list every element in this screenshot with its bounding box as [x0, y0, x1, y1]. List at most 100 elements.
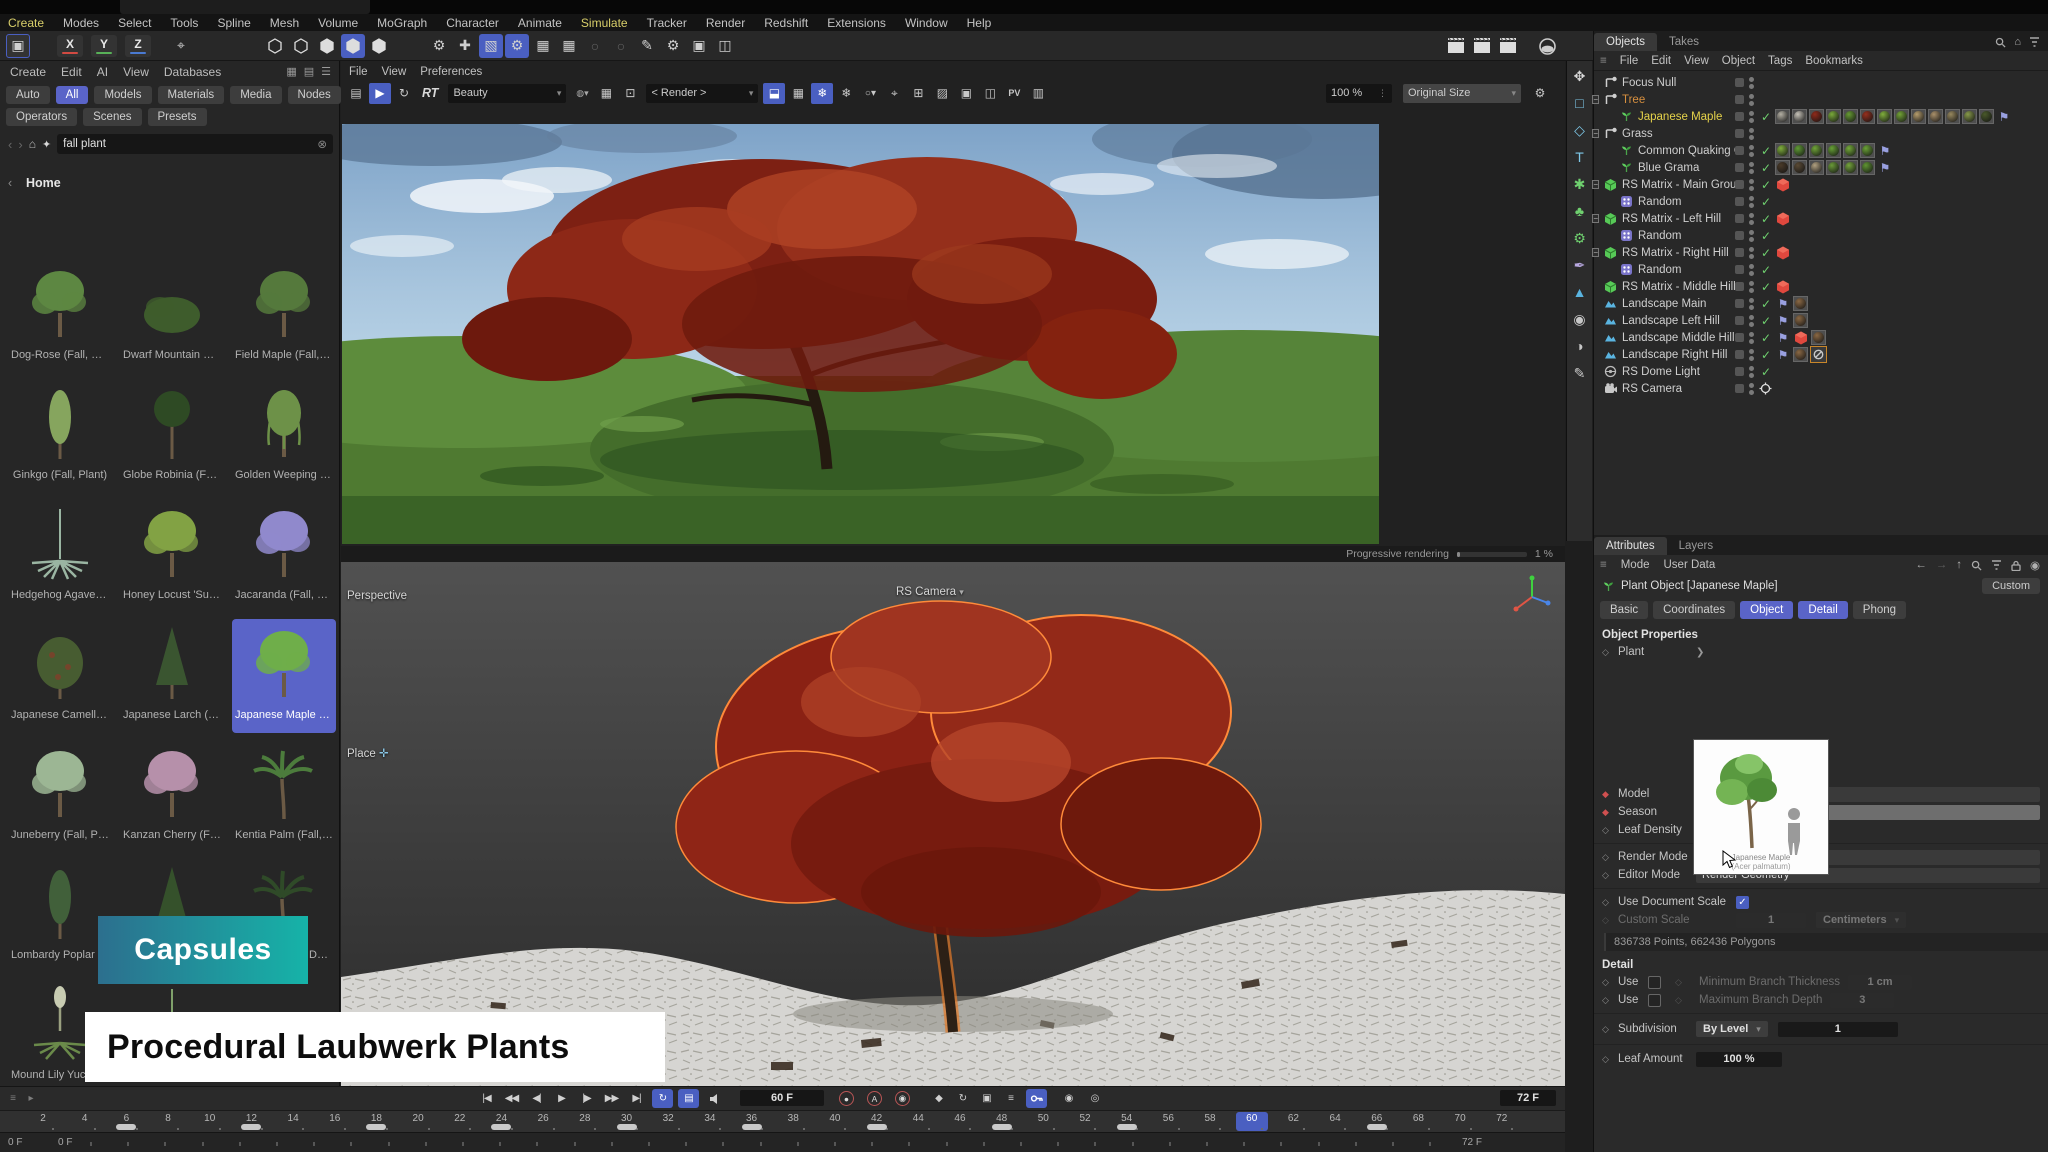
filter-icon[interactable] — [2029, 37, 2040, 47]
filter-chip-scenes[interactable]: Scenes — [83, 108, 141, 126]
menu-tracker[interactable]: Tracker — [647, 16, 687, 30]
object-row-rs-matrix-middle-hill[interactable]: RS Matrix - Middle Hill✓ — [1594, 278, 2048, 295]
axis-mode-2-icon[interactable] — [289, 34, 313, 58]
back-arrow-icon[interactable]: ‹ — [8, 137, 12, 152]
use-min-branch-checkbox[interactable]: ✓ — [1648, 976, 1661, 989]
camera-active-icon[interactable] — [1759, 382, 1773, 395]
timeline-ruler[interactable]: 2468101214161820222426283032343638404244… — [0, 1110, 1565, 1132]
visibility-dots[interactable] — [1749, 247, 1754, 259]
snap-grid-icon[interactable]: ▦ — [557, 34, 581, 58]
export-file-icon[interactable]: ▥ — [1027, 83, 1049, 104]
object-row-random[interactable]: Random✓ — [1594, 227, 2048, 244]
object-row-landscape-left-hill[interactable]: Landscape Left Hill✓⚑ — [1594, 312, 2048, 329]
filter-chip-presets[interactable]: Presets — [148, 108, 207, 126]
hamburger-icon[interactable]: ≡ — [1600, 559, 1607, 571]
forward-icon[interactable]: → — [1936, 559, 1948, 571]
annotation-flag-icon[interactable]: ⚑ — [1877, 161, 1893, 175]
annotation-flag-icon[interactable]: ⚑ — [1996, 110, 2012, 124]
plant-preview-thumbnail[interactable]: Japanese Maple (Acer palmatum) — [1693, 739, 1829, 875]
prev-key-button[interactable]: ◀◀ — [501, 1089, 522, 1108]
material-swatch[interactable] — [1775, 143, 1790, 158]
timeline-range-bar[interactable]: 0 F 0 F 72 F — [0, 1132, 1565, 1152]
clear-search-icon[interactable]: ⊗ — [317, 137, 327, 151]
material-swatch[interactable] — [1979, 109, 1994, 124]
om-menu-view[interactable]: View — [1684, 55, 1709, 67]
keyframe-dot[interactable]: ◇ — [1602, 897, 1618, 908]
camera-tool-icon[interactable]: ◉ — [1573, 312, 1585, 326]
pixel-grid-icon[interactable]: ▦ — [595, 83, 617, 104]
mode-menu[interactable]: Mode — [1621, 559, 1650, 571]
pencil-tool-icon[interactable]: ✎ — [1574, 366, 1586, 380]
axis-mode-3-icon[interactable] — [315, 34, 339, 58]
viewport-label[interactable]: Perspective — [347, 590, 407, 602]
filter-chip-models[interactable]: Models — [94, 86, 151, 104]
forward-arrow-icon[interactable]: › — [18, 137, 22, 152]
axis-mode-5-icon[interactable] — [367, 34, 391, 58]
axis-mode-4-icon[interactable] — [341, 34, 365, 58]
expander-icon[interactable]: − — [1592, 95, 1599, 104]
material-swatch[interactable] — [1826, 143, 1841, 158]
rv-menu-view[interactable]: View — [382, 66, 407, 78]
layer-chip[interactable] — [1735, 333, 1744, 342]
plant-asset-japanese-maple-fall[interactable]: Japanese Maple (Fall, ... — [232, 619, 336, 733]
play-render-icon[interactable]: ▶ — [369, 83, 391, 104]
keyframe-dot[interactable]: ◇ — [1602, 1024, 1618, 1035]
keyframe-dot[interactable]: ◇ — [1602, 1054, 1618, 1065]
material-swatch[interactable] — [1843, 109, 1858, 124]
menu-character[interactable]: Character — [446, 16, 499, 30]
keyframe-dot[interactable]: ◇ — [1602, 825, 1618, 836]
tab-attributes[interactable]: Attributes — [1594, 537, 1667, 555]
selection-tool-icon[interactable]: ▣ — [6, 34, 30, 58]
timeline-marker[interactable] — [742, 1124, 762, 1130]
picture-viewer-icon[interactable]: PV — [1003, 83, 1025, 104]
plant-asset-honey-locust-sunbur[interactable]: Honey Locust 'Sunbur... — [120, 499, 224, 613]
render-tool-icon[interactable]: ◑ — [1575, 339, 1583, 353]
document-tab[interactable] — [120, 0, 370, 14]
plant-asset-ginkgo-fall-plant[interactable]: Ginkgo (Fall, Plant) — [8, 379, 112, 493]
timeline-marker[interactable] — [1117, 1124, 1137, 1130]
plant-asset-kentia-palm-fall-plant[interactable]: Kentia Palm (Fall, Plant) — [232, 739, 336, 853]
visibility-dots[interactable] — [1749, 315, 1754, 327]
enabled-check-icon[interactable]: ✓ — [1759, 280, 1773, 294]
channel-dropdown[interactable]: ◍▾ — [571, 83, 593, 104]
visibility-dots[interactable] — [1749, 111, 1754, 123]
menu-volume[interactable]: Volume — [318, 16, 358, 30]
layer-chip[interactable] — [1735, 367, 1744, 376]
material-swatch[interactable] — [1860, 109, 1875, 124]
material-swatch[interactable] — [1811, 330, 1826, 345]
filter-chip-media[interactable]: Media — [230, 86, 281, 104]
plant-asset-field-maple-fall-plant[interactable]: Field Maple (Fall, Plant) — [232, 259, 336, 373]
om-menu-bookmarks[interactable]: Bookmarks — [1805, 55, 1863, 67]
enabled-check-icon[interactable]: ✓ — [1759, 212, 1773, 226]
interactive-render-button[interactable] — [1535, 34, 1559, 58]
coordinate-system-icon[interactable]: ⌖ — [169, 34, 193, 58]
object-row-rs-matrix-main-ground[interactable]: −RS Matrix - Main Ground✓ — [1594, 176, 2048, 193]
filter-chip-operators[interactable]: Operators — [6, 108, 77, 126]
spline-pen-icon[interactable]: ✒ — [1574, 258, 1586, 272]
layer-chip[interactable] — [1735, 180, 1744, 189]
enabled-check-icon[interactable]: ✓ — [1759, 229, 1773, 243]
plane-icon[interactable]: □ — [1575, 96, 1583, 110]
enabled-check-icon[interactable]: ✓ — [1759, 178, 1773, 192]
keyframe-dot[interactable]: ◇ — [1602, 647, 1618, 658]
filter-chip-nodes[interactable]: Nodes — [288, 86, 341, 104]
visibility-dots[interactable] — [1749, 179, 1754, 191]
record-keyframe-icon[interactable]: ● — [836, 1089, 857, 1108]
render-settings-gear-icon[interactable]: ⚙ — [1529, 83, 1551, 104]
attr-tab-detail[interactable]: Detail — [1798, 601, 1847, 619]
mograph-icon[interactable]: ✱ — [1574, 177, 1586, 191]
material-swatch[interactable] — [1775, 160, 1790, 175]
plant-asset-lombardy-poplar-fall[interactable]: Lombardy Poplar (Fall... — [8, 859, 112, 973]
menu-modes[interactable]: Modes — [63, 16, 99, 30]
layer-chip[interactable] — [1735, 163, 1744, 172]
material-swatch[interactable] — [1775, 109, 1790, 124]
plant-asset-kanzan-cherry-fall-pl[interactable]: Kanzan Cherry (Fall, Pl... — [120, 739, 224, 853]
om-menu-edit[interactable]: Edit — [1651, 55, 1671, 67]
cycle-icon[interactable]: ◎ — [1084, 1089, 1105, 1108]
filter-icon[interactable] — [1991, 560, 2002, 570]
visibility-dots[interactable] — [1749, 230, 1754, 242]
play-button[interactable]: ▶ — [551, 1089, 572, 1108]
visibility-dots[interactable] — [1749, 94, 1754, 106]
menu-mograph[interactable]: MoGraph — [377, 16, 427, 30]
attr-tab-object[interactable]: Object — [1740, 601, 1793, 619]
